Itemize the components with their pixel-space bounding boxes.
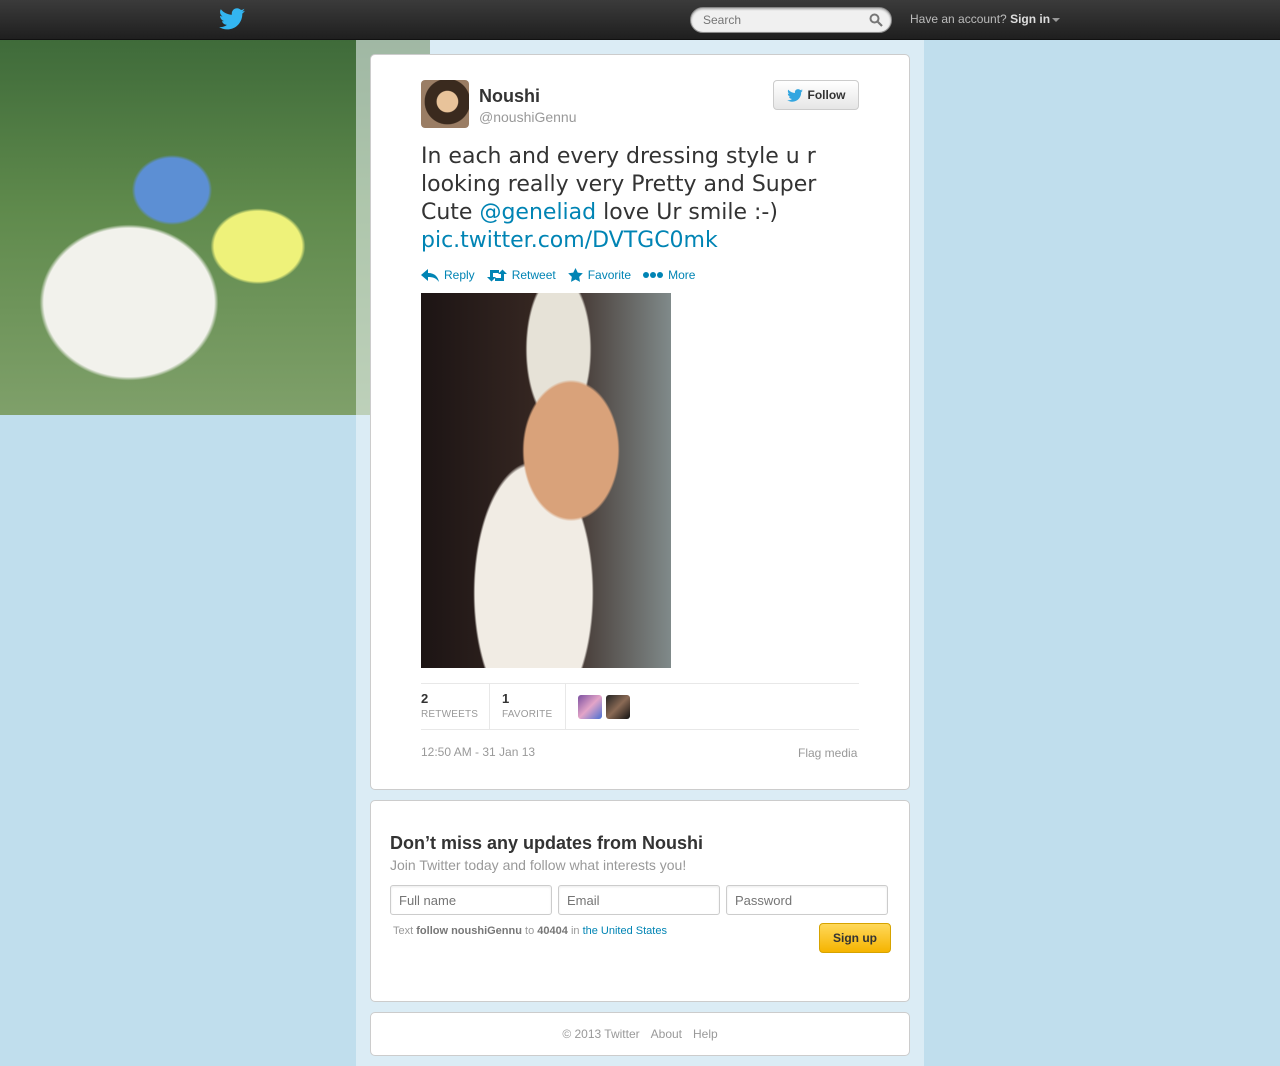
chevron-down-icon[interactable] — [1052, 17, 1061, 22]
signup-card: Don’t miss any updates from Noushi Join … — [370, 800, 910, 1002]
more-icon — [643, 272, 664, 278]
tweet-card: Noushi @noushiGennu Follow In each and e… — [370, 54, 910, 790]
sms-number: 40404 — [537, 925, 568, 937]
tweet-timestamp[interactable]: 12:50 AM - 31 Jan 13 — [421, 745, 535, 759]
stats-divider-top — [421, 683, 859, 684]
avatar[interactable] — [421, 80, 469, 128]
email-field[interactable] — [558, 885, 720, 915]
sms-text: Text — [393, 925, 414, 937]
tweet-text: In each and every dressing style u r loo… — [421, 143, 861, 255]
sms-command: follow noushiGennu — [416, 925, 522, 937]
follow-button[interactable]: Follow — [773, 80, 859, 110]
user-name[interactable]: Noushi — [479, 86, 540, 107]
mention-link[interactable]: @geneliad — [479, 200, 596, 225]
stats-divider-bottom — [421, 729, 859, 730]
account-menu: Have an account? Sign in — [910, 12, 1061, 26]
signup-button[interactable]: Sign up — [819, 923, 891, 953]
favorites-count: 1 — [502, 691, 510, 706]
have-account-text: Have an account? — [910, 12, 1007, 26]
sign-in-link[interactable]: Sign in — [1010, 12, 1050, 26]
flag-media-link[interactable]: Flag media — [798, 746, 857, 760]
retweet-action[interactable]: Retweet — [486, 265, 556, 285]
twitter-bird-icon — [786, 88, 803, 102]
search-input[interactable] — [703, 13, 863, 27]
about-link[interactable]: About — [651, 1027, 682, 1041]
top-bar: Have an account? Sign in — [0, 0, 1280, 40]
signup-title: Don’t miss any updates from Noushi — [390, 833, 704, 853]
reply-label: Reply — [444, 268, 475, 282]
sms-to: to — [525, 925, 535, 937]
full-name-field[interactable] — [390, 885, 552, 915]
reply-icon — [421, 268, 439, 282]
user-handle[interactable]: @noushiGennu — [479, 109, 577, 125]
country-link[interactable]: the United States — [583, 925, 667, 937]
avatar[interactable] — [578, 695, 602, 719]
more-action[interactable]: More — [643, 265, 695, 285]
stat-separator — [565, 683, 566, 729]
retweets-count: 2 — [421, 691, 429, 706]
tweet-media-image[interactable] — [421, 293, 671, 668]
help-link[interactable]: Help — [693, 1027, 718, 1041]
avatar[interactable] — [606, 695, 630, 719]
retweets-stat[interactable]: 2 RETWEETS — [421, 691, 478, 720]
stat-separator — [489, 683, 490, 729]
search-box[interactable] — [690, 7, 892, 33]
search-icon[interactable] — [869, 13, 883, 27]
tweet-actions: Reply Retweet Favorite More — [421, 265, 695, 285]
favorites-stat[interactable]: 1 FAVORITE — [502, 691, 552, 720]
copyright-text: © 2013 Twitter — [562, 1027, 640, 1041]
tweet-text-part: love Ur smile :-) — [596, 200, 778, 225]
reply-action[interactable]: Reply — [421, 265, 475, 285]
signup-subtitle: Join Twitter today and follow what inter… — [390, 857, 687, 873]
password-field[interactable] — [726, 885, 888, 915]
sms-in: in — [570, 925, 580, 937]
retweet-label: Retweet — [511, 268, 556, 282]
footer: © 2013 Twitter About Help — [370, 1012, 910, 1056]
sms-follow-text: Text follow noushiGennu to 40404 in the … — [393, 925, 667, 937]
star-icon — [567, 268, 583, 282]
twitter-bird-icon[interactable] — [219, 8, 245, 30]
favorites-label: FAVORITE — [502, 709, 553, 720]
follow-label: Follow — [807, 88, 846, 102]
retweet-icon — [486, 269, 507, 281]
more-label: More — [668, 268, 696, 282]
retweets-label: RETWEETS — [421, 709, 479, 720]
media-link[interactable]: pic.twitter.com/DVTGC0mk — [421, 228, 718, 253]
favorite-label: Favorite — [587, 268, 632, 282]
favorite-action[interactable]: Favorite — [567, 265, 632, 285]
